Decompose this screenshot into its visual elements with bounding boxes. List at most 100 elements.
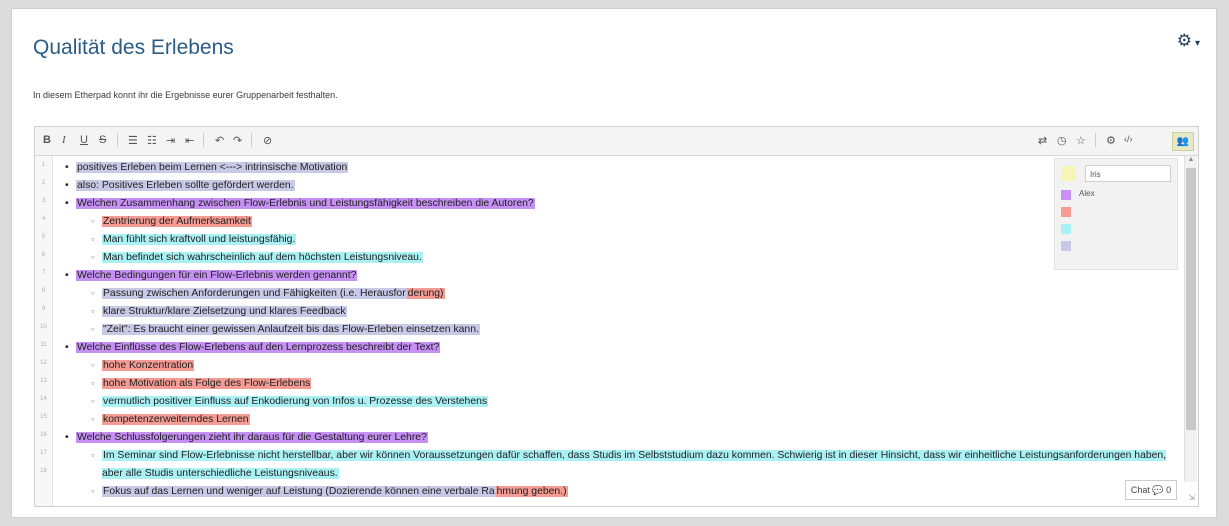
line-number: 11	[40, 342, 47, 348]
editor-line[interactable]: Welche Schlussfolgerungen zieht ihr dara…	[57, 429, 1177, 447]
editor-content[interactable]: positives Erleben beim Lernen <---> intr…	[57, 159, 1177, 507]
line-text: klare Struktur/klare Zielsetzung und kla…	[102, 306, 347, 317]
strikethrough-button[interactable]: S	[99, 134, 106, 146]
intro-text: In diesem Etherpad konnt ihr die Ergebni…	[33, 90, 338, 100]
line-text: kompetenzerweiterndes Lernen	[102, 414, 250, 425]
user-list-panel: Iris Alex	[1054, 158, 1178, 270]
undo-button[interactable]: ↶	[215, 134, 224, 147]
editor-line[interactable]: Man befindet sich wahrscheinlich auf dem…	[57, 249, 1177, 267]
line-number: 13	[40, 378, 47, 384]
editor-line[interactable]: Passung zwischen Anforderungen und Fähig…	[57, 285, 1177, 303]
line-number: 6	[41, 252, 46, 258]
line-number: 8	[41, 288, 46, 294]
editor-line[interactable]: also: Positives Erleben sollte gefördert…	[57, 177, 1177, 195]
line-number: 18	[40, 468, 47, 474]
import-export-button[interactable]: ⇄	[1038, 134, 1047, 147]
users-button[interactable]: 👥	[1172, 132, 1194, 151]
editor-scrollbar[interactable]: ▲	[1184, 156, 1197, 482]
editor-line[interactable]: Zentrierung der Aufmerksamkeit	[57, 213, 1177, 231]
toolbar-divider	[1095, 133, 1096, 147]
editor-line[interactable]: Welchen Zusammenhang zwischen Flow-Erleb…	[57, 195, 1177, 213]
line-number-gutter: 1 2 3 4 5 6 7 8 9 10 11 12 13 14 15 16 17 18	[35, 156, 53, 506]
line-text: Fokus auf das Lernen und weniger auf Lei…	[102, 486, 496, 497]
content-card: Qualität des Erlebens ⚙ ▾ In diesem Ether…	[11, 8, 1217, 518]
line-number: 4	[41, 216, 46, 222]
line-text: "Zeit": Es braucht einer gewissen Anlauf…	[102, 324, 480, 335]
editor-line[interactable]: "Zeit": Es braucht einer gewissen Anlauf…	[57, 321, 1177, 339]
page-title: Qualität des Erlebens	[33, 36, 234, 59]
user-color-swatch[interactable]	[1061, 166, 1076, 181]
italic-button[interactable]: I	[62, 134, 66, 146]
underline-button[interactable]: U	[80, 134, 88, 146]
chat-bubble-icon: 💬	[1152, 485, 1164, 495]
chat-label: Chat	[1130, 485, 1150, 495]
line-text: Welchen Zusammenhang zwischen Flow-Erleb…	[76, 198, 535, 209]
line-number: 9	[41, 306, 46, 312]
line-number: 3	[41, 198, 46, 204]
line-text: Zentrierung der Aufmerksamkeit	[102, 216, 252, 227]
toolbar-divider	[251, 133, 252, 147]
line-number: 5	[41, 234, 46, 240]
line-text: vermutlich positiver Einfluss auf Enkodi…	[102, 396, 489, 407]
editor-line[interactable]: Welche Einflüsse des Flow-Erlebens auf d…	[57, 339, 1177, 357]
line-number: 12	[40, 360, 47, 366]
chat-button[interactable]: Chat 💬 0	[1125, 480, 1177, 500]
line-text: Man befindet sich wahrscheinlich auf dem…	[102, 252, 423, 263]
editor-line[interactable]: hohe Motivation als Folge des Flow-Erleb…	[57, 375, 1177, 393]
line-text: Welche Bedingungen für ein Flow-Erlebnis…	[76, 270, 358, 281]
editor-line[interactable]: positives Erleben beim Lernen <---> intr…	[57, 159, 1177, 177]
ordered-list-button[interactable]: ☰	[128, 134, 138, 147]
outdent-button[interactable]: ⇤	[185, 134, 194, 147]
line-text: derung)	[406, 288, 445, 299]
chat-count: 0	[1166, 485, 1172, 495]
embed-button[interactable]: ‹/›	[1124, 134, 1133, 144]
settings-menu[interactable]: ⚙ ▾	[1177, 31, 1200, 51]
user-color-swatch	[1061, 190, 1071, 200]
editor-line[interactable]: Fokus auf das Lernen und weniger auf Lei…	[57, 483, 1177, 501]
editor-line[interactable]: Welche Bedingungen für ein Flow-Erlebnis…	[57, 267, 1177, 285]
etherpad: B I U S ☰ ☷ ⇥ ⇤ ↶ ↷ ⊘ ⇄ ◷ ☆ ⚙ ‹/› 👥 1234…	[34, 126, 1199, 507]
editor-line[interactable]: hohe Konzentration	[57, 357, 1177, 375]
editor-line[interactable]: kompetenzerweiterndes Lernen	[57, 411, 1177, 429]
line-text: hohe Konzentration	[102, 360, 195, 371]
unordered-list-button[interactable]: ☷	[147, 134, 157, 147]
editor-line[interactable]: Man fühlt sich kraftvoll und leistungsfä…	[57, 231, 1177, 249]
line-text: hmung geben.)	[495, 486, 568, 497]
line-number: 2	[41, 180, 46, 186]
username-input[interactable]: Iris	[1085, 165, 1171, 182]
line-text: Im Seminar sind Flow-Erlebnisse nicht he…	[102, 450, 1167, 479]
line-number: 10	[40, 324, 47, 330]
scrollbar-thumb[interactable]	[1186, 168, 1196, 430]
line-text: Passung zwischen Anforderungen und Fähig…	[102, 288, 407, 299]
clear-authorship-button[interactable]: ⊘	[263, 134, 272, 147]
user-entry	[1061, 238, 1171, 258]
line-number: 14	[40, 396, 47, 402]
editor-toolbar: B I U S ☰ ☷ ⇥ ⇤ ↶ ↷ ⊘ ⇄ ◷ ☆ ⚙ ‹/› 👥	[35, 127, 1198, 156]
star-button[interactable]: ☆	[1076, 134, 1086, 147]
toolbar-divider	[203, 133, 204, 147]
settings-button[interactable]: ⚙	[1106, 134, 1116, 147]
line-number: 1	[41, 162, 46, 168]
editor-line[interactable]: vermutlich positiver Einfluss auf Enkodi…	[57, 393, 1177, 411]
line-number: 7	[41, 270, 46, 276]
gear-icon: ⚙	[1176, 31, 1192, 50]
redo-button[interactable]: ↷	[233, 134, 242, 147]
timeslider-button[interactable]: ◷	[1057, 134, 1067, 147]
editor-line[interactable]: klare Struktur/klare Zielsetzung und kla…	[57, 303, 1177, 321]
editor-line[interactable]: Im Seminar sind Flow-Erlebnisse nicht he…	[57, 447, 1177, 483]
toolbar-divider	[117, 133, 118, 147]
line-text: hohe Motivation als Folge des Flow-Erleb…	[102, 378, 312, 389]
line-number: 16	[40, 432, 47, 438]
scroll-up-icon[interactable]: ▲	[1185, 156, 1197, 166]
user-name: Alex	[1079, 189, 1095, 198]
user-entry[interactable]: Iris	[1061, 165, 1171, 185]
line-text: Welche Schlussfolgerungen zieht ihr dara…	[76, 432, 428, 443]
indent-button[interactable]: ⇥	[166, 134, 175, 147]
chevron-down-icon: ▾	[1194, 38, 1200, 49]
line-number: 17	[40, 450, 47, 456]
resize-handle-icon[interactable]: ⇲	[1188, 493, 1195, 502]
user-color-swatch	[1061, 224, 1071, 234]
bold-button[interactable]: B	[43, 134, 51, 146]
line-text: Welche Einflüsse des Flow-Erlebens auf d…	[76, 342, 441, 353]
line-text: also: Positives Erleben sollte gefördert…	[76, 180, 295, 191]
